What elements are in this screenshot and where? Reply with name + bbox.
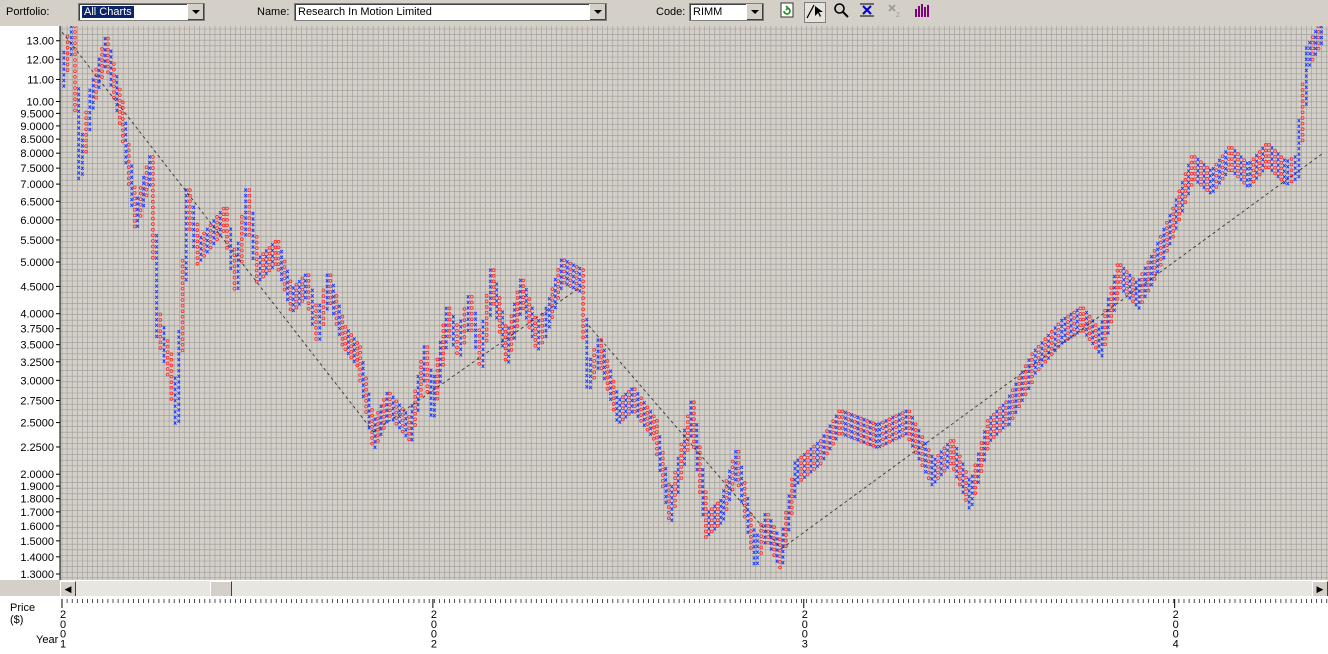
y-tick-label: 8.0000 <box>20 148 54 160</box>
y-tick-label: 9.0000 <box>20 121 54 133</box>
portfolio-label: Portfolio: <box>6 6 50 18</box>
refresh-icon[interactable] <box>776 2 798 23</box>
name-value: Research In Motion Limited <box>298 6 432 18</box>
scroll-right-icon[interactable]: ▶ <box>1312 581 1328 597</box>
x-tick-label: 2003 <box>802 609 808 650</box>
point-and-figure-chart[interactable]: 13.00 12.00 11.00 10.009.50009.00008.5000 8.… <box>0 18 1328 581</box>
x-axis-panel: Price ($) Year 2001200220032004 <box>0 596 1328 654</box>
svg-text:2: 2 <box>896 12 900 18</box>
bar-chart-icon[interactable] <box>911 2 933 23</box>
y-tick-label: 8.5000 <box>20 134 54 146</box>
pf-x-icon[interactable] <box>856 2 878 23</box>
x-tick-label: 2001 <box>60 609 66 650</box>
y-tick-label: 1.4000 <box>20 552 54 564</box>
y-tick-label: 7.0000 <box>20 179 54 191</box>
y-tick-label: 1.7000 <box>20 507 54 519</box>
y-tick-label: 2.2500 <box>20 442 54 454</box>
chart-area[interactable]: 13.00 12.00 11.00 10.00 9.5000 9.0000 8.5000 8.… <box>0 18 1328 581</box>
y-tick-label: 12.00 <box>26 54 54 66</box>
y-tick-label: 2.5000 <box>20 418 54 430</box>
y-tick-label: 5.0000 <box>20 257 54 269</box>
y-tick-label: 3.0000 <box>20 375 54 387</box>
y-tick-label: 10.00 <box>26 97 54 109</box>
y-tick-label: 6.5000 <box>20 196 54 208</box>
zoom-icon[interactable] <box>830 2 852 23</box>
scroll-left-icon[interactable]: ◀ <box>60 581 76 597</box>
x-tick-label: 2002 <box>431 609 437 650</box>
x-axis: 2 0 0 1 2 0 0 2 2 0 0 3 2 0 0 4 <box>60 598 1328 654</box>
y-tick-label: 1.5000 <box>20 536 54 548</box>
pf-x-disabled-icon[interactable]: 2 <box>884 2 906 23</box>
y-tick-label: 3.7500 <box>20 324 54 336</box>
name-label: Name: <box>257 6 290 18</box>
chevron-down-icon[interactable] <box>746 4 763 20</box>
y-tick-label: 4.0000 <box>20 309 54 321</box>
y-tick-label: 4.5000 <box>20 281 54 293</box>
y-tick-label: 2.7500 <box>20 395 54 407</box>
scroll-thumb[interactable] <box>210 581 232 597</box>
y-tick-label: 6.0000 <box>20 215 54 227</box>
portfolio-dropdown[interactable]: All Charts <box>78 3 205 21</box>
y-tick-label: 1.3000 <box>20 569 54 580</box>
y-tick-label: 13.00 <box>26 36 54 48</box>
y-tick-label: 3.2500 <box>20 357 54 369</box>
code-label: Code: <box>656 6 686 18</box>
toolbar: Portfolio: All Charts Name: Research In … <box>0 0 1328 26</box>
horizontal-scrollbar[interactable]: ◀ ▶ <box>60 580 1328 597</box>
y-tick-label: 9.5000 <box>20 108 54 120</box>
portfolio-value: All Charts <box>82 6 134 18</box>
y-tick-label: 1.9000 <box>20 481 54 493</box>
code-value: RIMM <box>693 6 723 18</box>
y-tick-label: 11.00 <box>27 74 54 86</box>
y-tick-label: 7.5000 <box>20 163 54 175</box>
code-dropdown[interactable]: RIMM <box>689 3 764 21</box>
trendline-pointer-icon[interactable] <box>804 2 826 23</box>
y-tick-label: 3.5000 <box>20 340 54 352</box>
chevron-down-icon[interactable] <box>589 4 606 20</box>
name-dropdown[interactable]: Research In Motion Limited <box>294 3 607 21</box>
y-tick-label: 2.0000 <box>20 469 54 481</box>
chevron-down-icon[interactable] <box>187 4 204 20</box>
x-tick-label: 2004 <box>1173 609 1179 650</box>
y-tick-label: 1.6000 <box>20 521 54 533</box>
y-tick-label: 5.5000 <box>20 235 54 247</box>
y-tick-label: 1.8000 <box>20 494 54 506</box>
